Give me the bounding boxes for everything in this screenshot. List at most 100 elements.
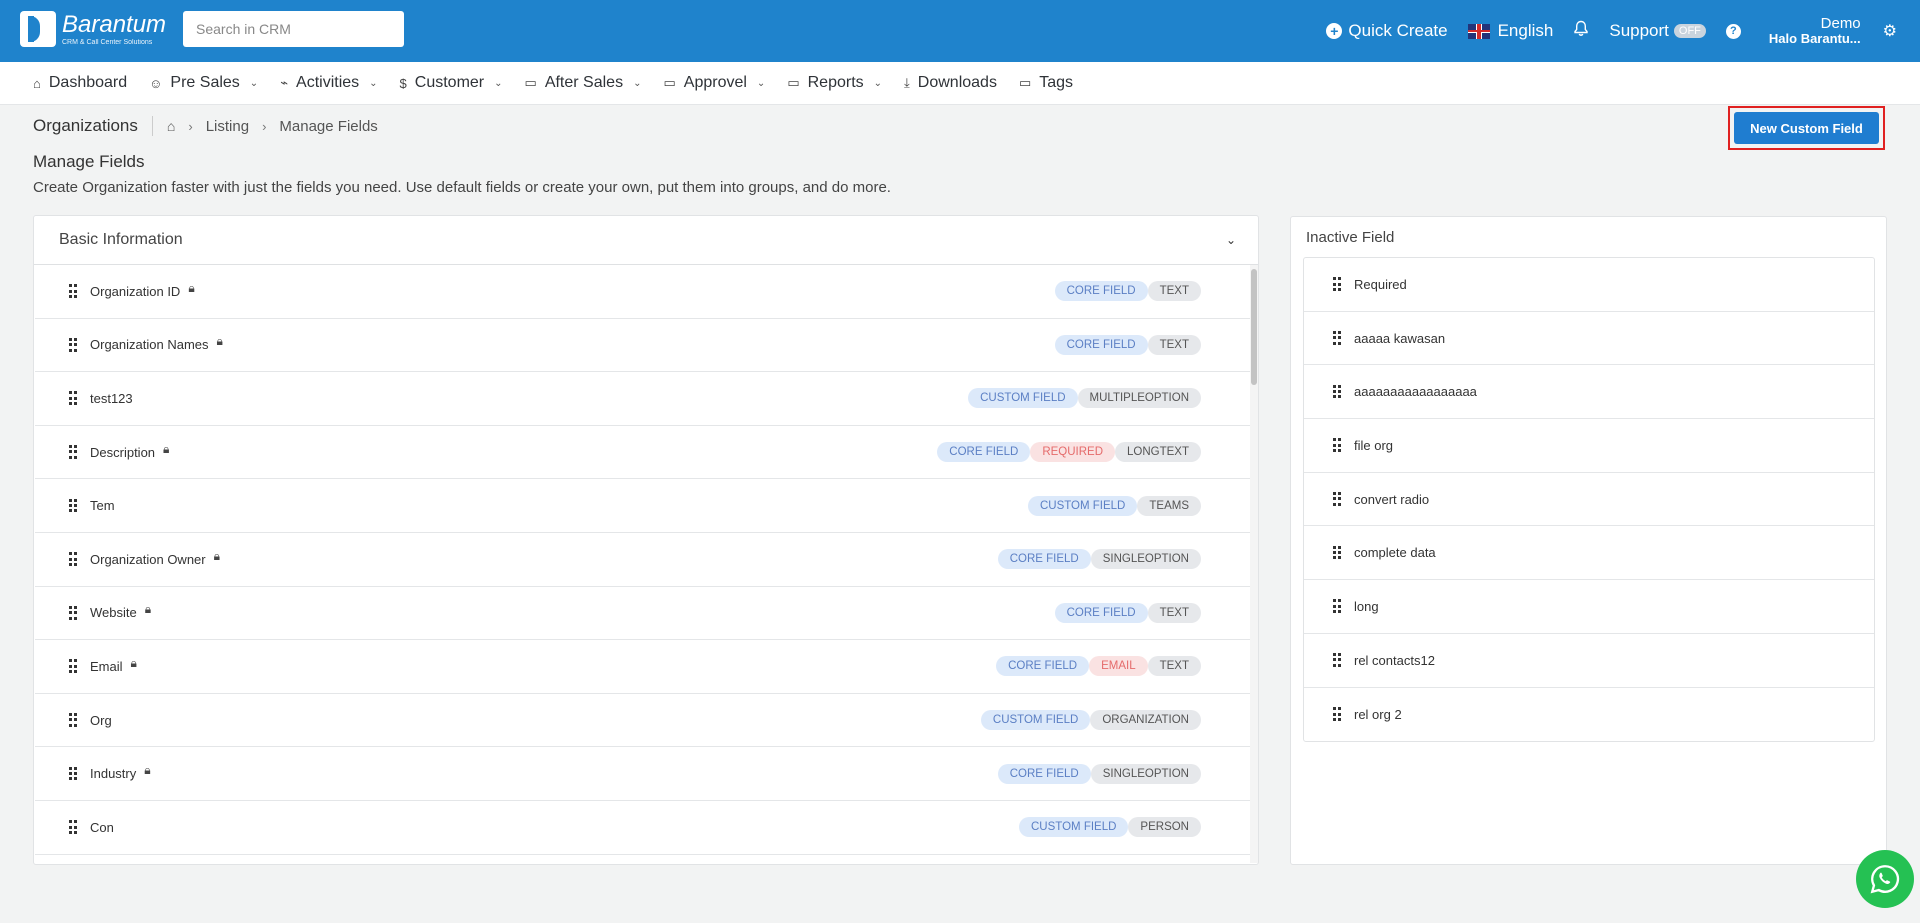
download-icon: ⤓ [904, 75, 910, 90]
field-source-badge: CUSTOM FIELD [980, 710, 1091, 731]
field-source-badge: CUSTOM FIELD [968, 388, 1078, 409]
drag-handle-icon[interactable] [1333, 545, 1341, 560]
drag-handle-icon[interactable] [69, 445, 77, 459]
drag-handle-icon[interactable] [69, 337, 77, 352]
folder-icon: ▭ [663, 75, 676, 90]
drag-handle-icon[interactable] [1333, 384, 1341, 399]
help-button[interactable]: ? [1725, 23, 1741, 39]
inactive-field-row[interactable]: long [1304, 580, 1874, 634]
drag-handle-icon[interactable] [69, 498, 77, 513]
lock-icon: 🔒︎ [188, 280, 195, 295]
field-label: Con [90, 819, 114, 835]
support-toggle[interactable]: Support OFF [1609, 21, 1706, 41]
notifications-button[interactable] [1573, 20, 1589, 42]
nav-after-sales[interactable]: ▭ After Sales ⌄ [525, 74, 642, 92]
chevron-down-icon: ⌄ [873, 77, 883, 89]
chevron-down-icon[interactable]: ⌄ [1226, 233, 1236, 247]
inactive-field-row[interactable]: Required [1304, 258, 1874, 312]
language-selector[interactable]: English [1467, 21, 1553, 41]
drag-handle-icon[interactable] [69, 820, 77, 834]
field-type-badge: TEXT [1147, 281, 1201, 302]
field-tags: CUSTOM FIELD PERSON [1019, 817, 1201, 838]
field-row[interactable]: Email 🔒︎ CORE FIELD EMAIL TEXT [35, 640, 1251, 694]
drag-handle-icon[interactable] [1333, 277, 1341, 291]
field-row[interactable]: Tem CUSTOM FIELD TEAMS [35, 479, 1251, 533]
chevron-down-icon: ⌄ [494, 77, 503, 89]
nav-pre-sales[interactable]: ☺ Pre Sales ⌄ [149, 74, 258, 92]
drag-handle-icon[interactable] [1333, 492, 1341, 506]
drag-handle-icon[interactable] [69, 766, 77, 781]
lock-icon: 🔒︎ [216, 334, 223, 349]
drag-handle-icon[interactable] [1333, 653, 1341, 667]
panel-title: Basic Information [59, 231, 183, 248]
search-input[interactable] [183, 11, 404, 47]
nav-downloads[interactable]: ⤓ Downloads [904, 74, 997, 92]
field-row[interactable]: Organization ID 🔒︎ CORE FIELD TEXT [35, 265, 1251, 319]
nav-dashboard[interactable]: ⌂ Dashboard [33, 74, 127, 92]
field-row[interactable]: Website 🔒︎ CORE FIELD TEXT [35, 587, 1251, 641]
field-source-badge: CORE FIELD [997, 763, 1091, 784]
users-icon: ☺ [149, 75, 163, 91]
whatsapp-icon [1870, 865, 1900, 894]
inactive-field-row[interactable]: rel contacts12 [1304, 634, 1874, 688]
nav-activities[interactable]: ⌁ Activities ⌄ [280, 74, 377, 92]
chevron-right-icon: › [262, 118, 267, 134]
field-source-badge: CUSTOM FIELD [1027, 495, 1138, 516]
nav-customer[interactable]: $ Customer ⌄ [400, 74, 503, 92]
nav-approvel[interactable]: ▭ Approvel ⌄ [663, 74, 765, 92]
scrollbar-thumb[interactable] [1251, 269, 1257, 385]
nav-tags[interactable]: ▭ Tags [1019, 74, 1073, 92]
drag-handle-icon[interactable] [69, 659, 77, 674]
drag-handle-icon[interactable] [69, 284, 77, 298]
basic-information-header[interactable]: Basic Information ⌄ [34, 216, 1258, 265]
field-row[interactable]: Industry 🔒︎ CORE FIELD SINGLEOPTION [35, 747, 1251, 801]
field-row[interactable]: Organization Names 🔒︎ CORE FIELD TEXT [35, 319, 1251, 373]
drag-handle-icon[interactable] [1333, 599, 1341, 614]
field-label: Email [90, 658, 123, 674]
drag-handle-icon[interactable] [1333, 331, 1341, 345]
inactive-field-label: Required [1354, 276, 1407, 292]
uk-flag-icon [1467, 23, 1490, 39]
field-list: Organization ID 🔒︎ CORE FIELD TEXT Organ… [35, 265, 1251, 863]
nav-label: Customer [414, 74, 485, 91]
inactive-field-row[interactable]: convert radio [1304, 473, 1874, 527]
field-row[interactable]: Con CUSTOM FIELD PERSON [35, 801, 1251, 855]
new-custom-field-highlight: New Custom Field [1728, 106, 1885, 150]
field-row[interactable]: Org CUSTOM FIELD ORGANIZATION [35, 694, 1251, 748]
user-menu[interactable]: Demo Halo Barantu... [1769, 15, 1861, 47]
drag-handle-icon[interactable] [69, 605, 77, 620]
field-tags: CORE FIELD TEXT [1054, 334, 1201, 355]
drag-handle-icon[interactable] [1333, 707, 1341, 721]
breadcrumb-listing[interactable]: Listing [206, 118, 249, 135]
inactive-field-row[interactable]: rel org 2 [1304, 688, 1874, 742]
brand-logo[interactable]: Barantum CRM & Call Center Solutions [20, 11, 166, 47]
field-row[interactable]: test123 CUSTOM FIELD MULTIPLEOPTION [35, 372, 1251, 426]
field-tags: CUSTOM FIELD MULTIPLEOPTION [968, 388, 1201, 409]
settings-button[interactable]: ⚙ [1883, 21, 1897, 41]
drag-handle-icon[interactable] [69, 713, 77, 727]
inactive-field-label: aaaaaaaaaaaaaaaaa [1354, 384, 1477, 400]
whatsapp-button[interactable] [1856, 850, 1914, 908]
inactive-field-label: convert radio [1354, 491, 1430, 507]
field-row[interactable]: Organization Owner 🔒︎ CORE FIELD SINGLEO… [35, 533, 1251, 587]
quick-create-button[interactable]: + Quick Create [1326, 21, 1448, 41]
nav-label: Dashboard [48, 74, 128, 91]
home-icon[interactable]: ⌂ [167, 118, 175, 134]
new-custom-field-button[interactable]: New Custom Field [1734, 112, 1879, 144]
inactive-field-row[interactable]: aaaaaaaaaaaaaaaaa [1304, 365, 1874, 420]
field-label: Organization ID [90, 283, 181, 299]
nav-label: Reports [807, 74, 864, 91]
inactive-field-row[interactable]: file org [1304, 419, 1874, 473]
chevron-right-icon: › [188, 118, 193, 134]
drag-handle-icon[interactable] [1333, 438, 1341, 453]
drag-handle-icon[interactable] [69, 552, 77, 566]
field-type-badge: LONGTEXT [1115, 442, 1201, 463]
drag-handle-icon[interactable] [69, 391, 77, 406]
logo-icon [20, 11, 56, 47]
folder-icon: ▭ [787, 75, 800, 90]
nav-reports[interactable]: ▭ Reports ⌄ [787, 74, 882, 92]
inactive-field-row[interactable]: complete data [1304, 526, 1874, 581]
field-row[interactable]: Description 🔒︎ CORE FIELD REQUIRED LONGT… [35, 426, 1251, 480]
inactive-field-row[interactable]: aaaaa kawasan [1304, 312, 1874, 366]
field-type-badge: TEXT [1147, 334, 1201, 355]
